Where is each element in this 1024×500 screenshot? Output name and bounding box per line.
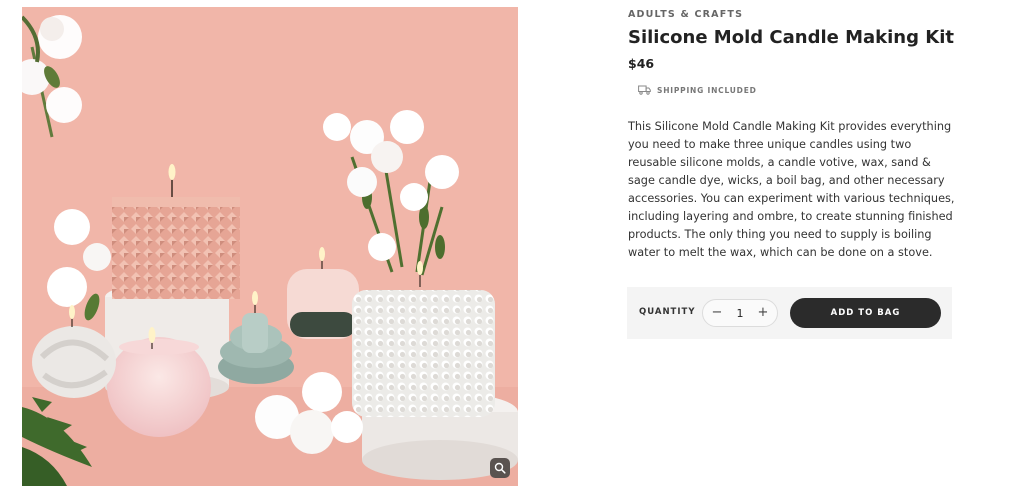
truck-icon (638, 85, 651, 95)
product-price: $46 (628, 56, 655, 71)
shipping-label: SHIPPING INCLUDED (657, 85, 757, 95)
white-bubble-candle (352, 290, 495, 417)
product-category[interactable]: ADULTS & CRAFTS (628, 9, 743, 20)
increment-button[interactable]: + (755, 305, 771, 321)
decrement-button[interactable]: − (709, 305, 725, 321)
purchase-bar: QUANTITY − + ADD TO BAG (627, 287, 952, 339)
product-description: This Silicone Mold Candle Making Kit pro… (628, 120, 955, 259)
candle-scene-illustration (22, 7, 518, 486)
quantity-label: QUANTITY (639, 307, 696, 317)
zoom-button[interactable] (490, 458, 510, 478)
magnifier-icon (494, 462, 506, 474)
quantity-stepper: − + (702, 299, 778, 327)
shipping-note: SHIPPING INCLUDED (638, 85, 757, 95)
add-to-bag-button[interactable]: ADD TO BAG (790, 298, 941, 328)
pink-cube-candle (112, 197, 240, 299)
product-image[interactable] (22, 7, 518, 486)
product-title: Silicone Mold Candle Making Kit (628, 27, 954, 48)
product-page: ADULTS & CRAFTS Silicone Mold Candle Mak… (0, 0, 1024, 500)
quantity-input[interactable] (728, 306, 752, 320)
